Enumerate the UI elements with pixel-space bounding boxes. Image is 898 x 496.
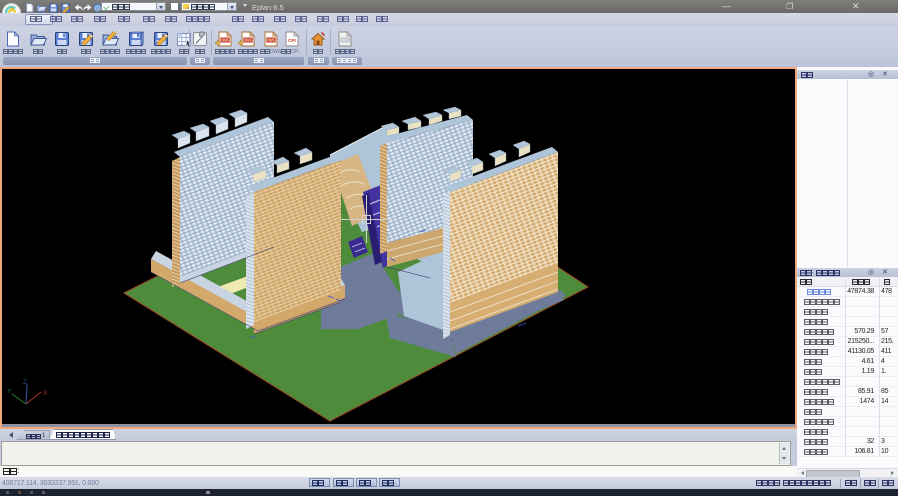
svg-text:Z: Z — [23, 379, 27, 386]
svg-text:X: X — [43, 390, 48, 397]
svg-text:Y: Y — [7, 388, 12, 395]
svg-text:DWG: DWG — [340, 38, 350, 43]
